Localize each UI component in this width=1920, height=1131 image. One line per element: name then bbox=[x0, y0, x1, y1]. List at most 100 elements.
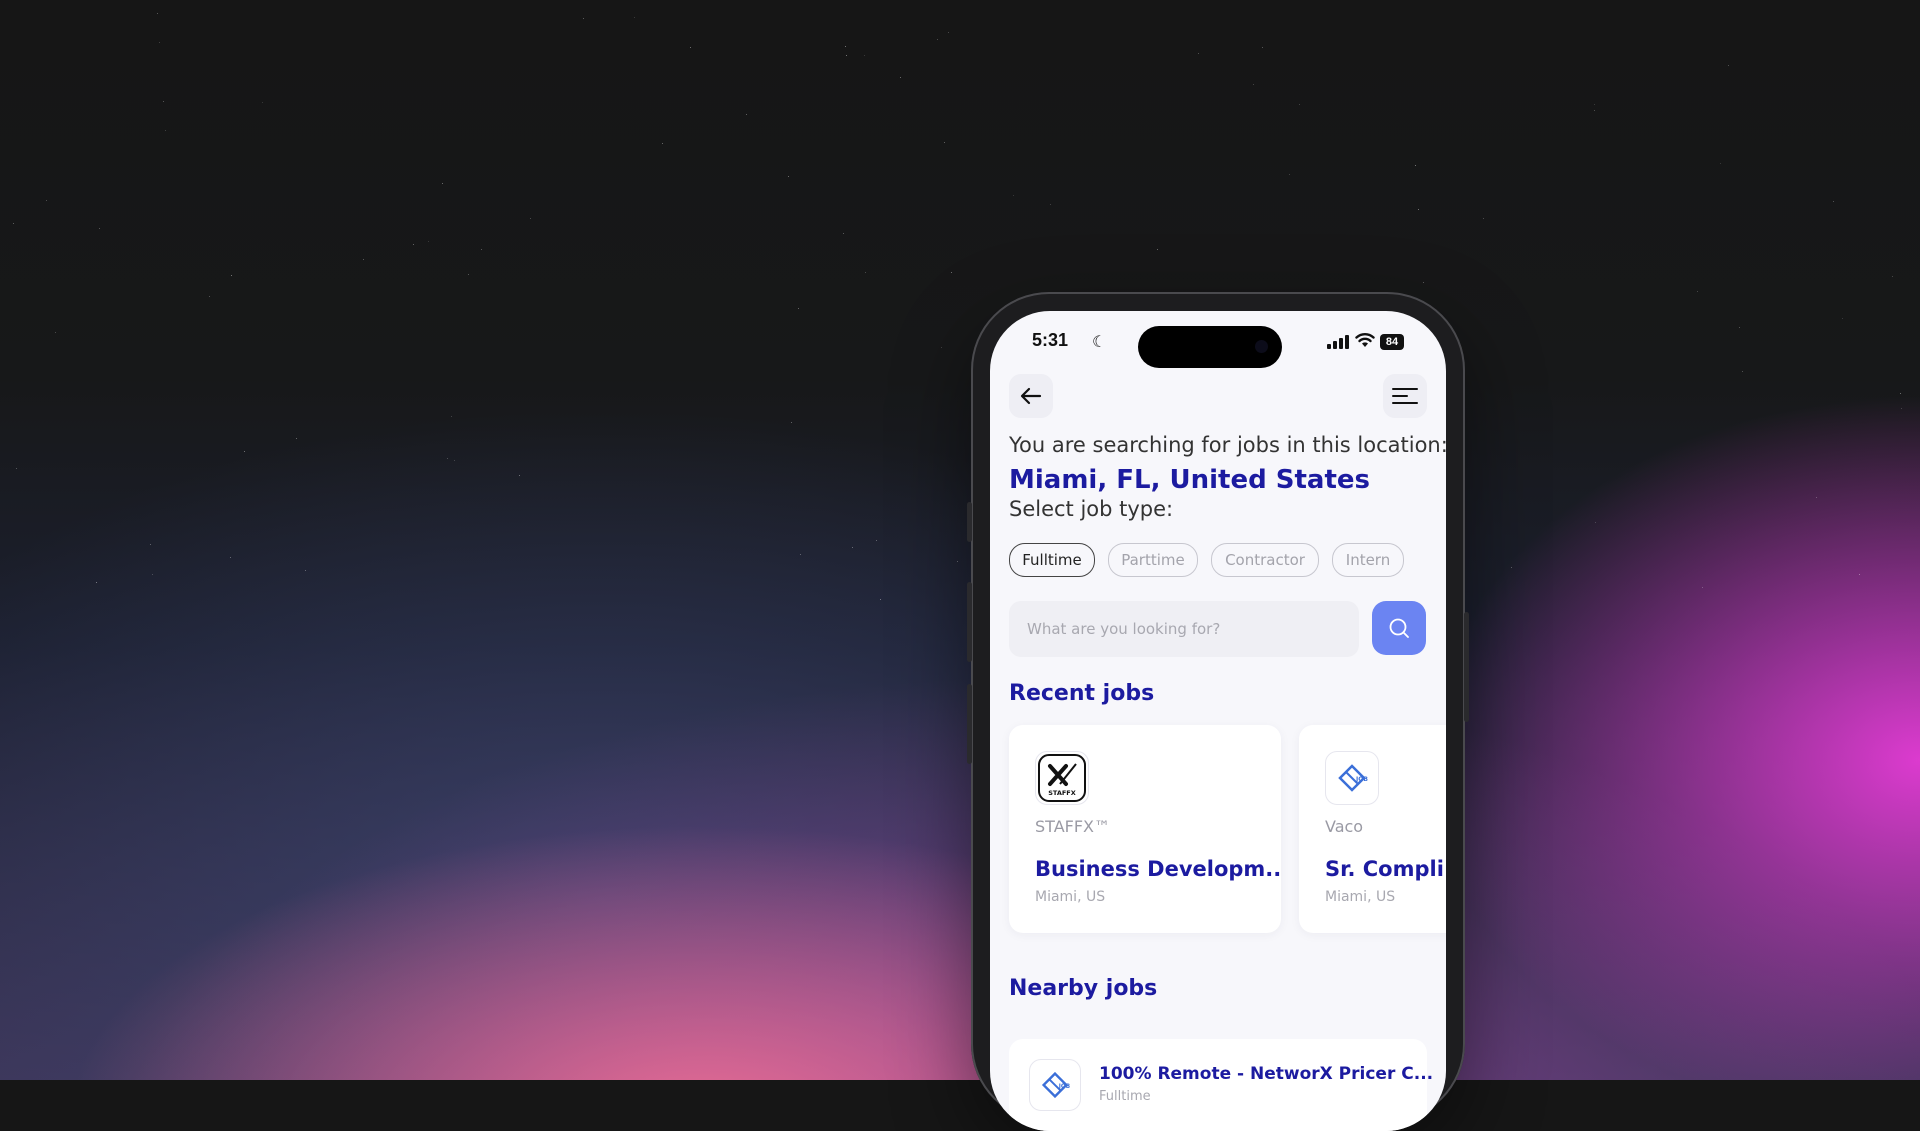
star-dot bbox=[690, 47, 691, 48]
star-dot bbox=[865, 272, 866, 273]
logo-text: JOB bbox=[1355, 776, 1368, 783]
star-dot bbox=[1702, 587, 1703, 588]
star-dot bbox=[159, 42, 160, 43]
signal-icon bbox=[1327, 335, 1349, 349]
star-dot bbox=[1253, 84, 1254, 85]
star-dot bbox=[876, 540, 877, 541]
star-dot bbox=[746, 114, 747, 115]
star-dot bbox=[296, 438, 297, 439]
star-dot bbox=[948, 32, 949, 33]
recent-job-card[interactable]: STAFFX STAFFX™ Business Developm... Miam… bbox=[1009, 725, 1281, 933]
star-dot bbox=[1595, 522, 1596, 523]
star-dot bbox=[163, 101, 164, 102]
phone-power-button bbox=[1464, 612, 1469, 722]
star-dot bbox=[1594, 104, 1595, 105]
star-dot bbox=[1892, 276, 1893, 277]
star-dot bbox=[152, 574, 153, 575]
job-type-chip-fulltime[interactable]: Fulltime bbox=[1009, 543, 1095, 577]
job-type-label: Select job type: bbox=[1009, 497, 1174, 521]
star-dot bbox=[1816, 497, 1817, 498]
star-dot bbox=[846, 55, 847, 56]
star-dot bbox=[1013, 195, 1014, 196]
phone-volume-up bbox=[967, 582, 972, 662]
menu-icon bbox=[1392, 388, 1418, 404]
star-dot bbox=[900, 77, 901, 78]
star-dot bbox=[1742, 371, 1743, 372]
star-dot bbox=[1728, 65, 1729, 66]
star-dot bbox=[1423, 282, 1424, 283]
star-dot bbox=[413, 244, 414, 245]
status-time: 5:31 bbox=[1032, 330, 1069, 350]
star-dot bbox=[957, 561, 958, 562]
star-dot bbox=[852, 547, 853, 548]
job-title: Sr. Compli bbox=[1325, 857, 1444, 881]
star-dot bbox=[1198, 53, 1199, 54]
star-dot bbox=[941, 347, 942, 348]
star-dot bbox=[937, 39, 938, 40]
star-dot bbox=[864, 55, 865, 56]
star-dot bbox=[880, 599, 881, 600]
search-placeholder: What are you looking for? bbox=[1027, 620, 1221, 638]
phone-action-button bbox=[967, 502, 972, 542]
job-type-chip-parttime[interactable]: Parttime bbox=[1108, 543, 1198, 577]
star-dot bbox=[1842, 318, 1843, 319]
dynamic-island bbox=[1138, 326, 1282, 368]
company-name: Vaco bbox=[1325, 817, 1364, 836]
star-dot bbox=[1262, 47, 1263, 48]
star-dot bbox=[454, 460, 455, 461]
star-dot bbox=[55, 332, 56, 333]
star-dot bbox=[843, 233, 844, 234]
back-button[interactable] bbox=[1009, 374, 1053, 418]
nearby-job-card[interactable]: JOB 100% Remote - NetworX Pricer C... Fu… bbox=[1009, 1039, 1433, 1131]
app-screen: 5:31 ☾ 84 You are searching for jobs in … bbox=[990, 311, 1446, 1131]
company-logo: JOB bbox=[1325, 751, 1379, 805]
star-dot bbox=[1697, 291, 1698, 292]
search-icon bbox=[1389, 618, 1409, 638]
nearby-jobs-title: Nearby jobs bbox=[1009, 976, 1158, 1001]
star-dot bbox=[1418, 209, 1419, 210]
star-dot bbox=[442, 183, 443, 184]
job-title: 100% Remote - NetworX Pricer C... bbox=[1099, 1064, 1434, 1084]
star-dot bbox=[1901, 408, 1902, 409]
star-dot bbox=[791, 422, 792, 423]
search-input[interactable]: What are you looking for? bbox=[1009, 601, 1359, 657]
star-dot bbox=[262, 102, 263, 103]
wifi-icon bbox=[1355, 333, 1375, 347]
star-dot bbox=[481, 249, 482, 250]
star-dot bbox=[165, 130, 166, 131]
star-dot bbox=[519, 475, 520, 476]
job-type: Fulltime bbox=[1099, 1089, 1151, 1104]
star-dot bbox=[1859, 574, 1860, 575]
star-dot bbox=[798, 308, 799, 309]
star-dot bbox=[96, 582, 97, 583]
star-dot bbox=[468, 274, 469, 275]
star-dot bbox=[583, 18, 584, 19]
selected-location[interactable]: Miami, FL, United States bbox=[1009, 465, 1370, 495]
star-dot bbox=[1289, 174, 1290, 175]
job-location: Miami, US bbox=[1325, 889, 1396, 905]
job-type-chip-intern[interactable]: Intern bbox=[1332, 543, 1404, 577]
star-dot bbox=[951, 272, 952, 273]
star-dot bbox=[1900, 393, 1901, 394]
star-dot bbox=[428, 241, 429, 242]
star-dot bbox=[1739, 327, 1740, 328]
menu-button[interactable] bbox=[1383, 374, 1427, 418]
star-dot bbox=[634, 17, 635, 18]
company-logo: JOB bbox=[1029, 1059, 1081, 1111]
star-dot bbox=[530, 218, 531, 219]
star-dot bbox=[788, 176, 789, 177]
phone-volume-down bbox=[967, 684, 972, 764]
star-dot bbox=[1050, 204, 1051, 205]
star-dot bbox=[662, 143, 663, 144]
search-button[interactable] bbox=[1372, 601, 1426, 655]
star-dot bbox=[99, 228, 100, 229]
star-dot bbox=[150, 544, 151, 545]
job-location: Miami, US bbox=[1035, 889, 1106, 905]
location-prompt: You are searching for jobs in this locat… bbox=[1009, 433, 1446, 457]
star-dot bbox=[944, 142, 945, 143]
job-type-chip-contractor[interactable]: Contractor bbox=[1211, 543, 1319, 577]
star-dot bbox=[363, 259, 364, 260]
recent-job-card[interactable]: JOB Vaco Sr. Compli Miami, US bbox=[1299, 725, 1446, 933]
phone-frame: 5:31 ☾ 84 You are searching for jobs in … bbox=[967, 292, 1469, 1131]
logo-text: JOB bbox=[1058, 1084, 1070, 1090]
